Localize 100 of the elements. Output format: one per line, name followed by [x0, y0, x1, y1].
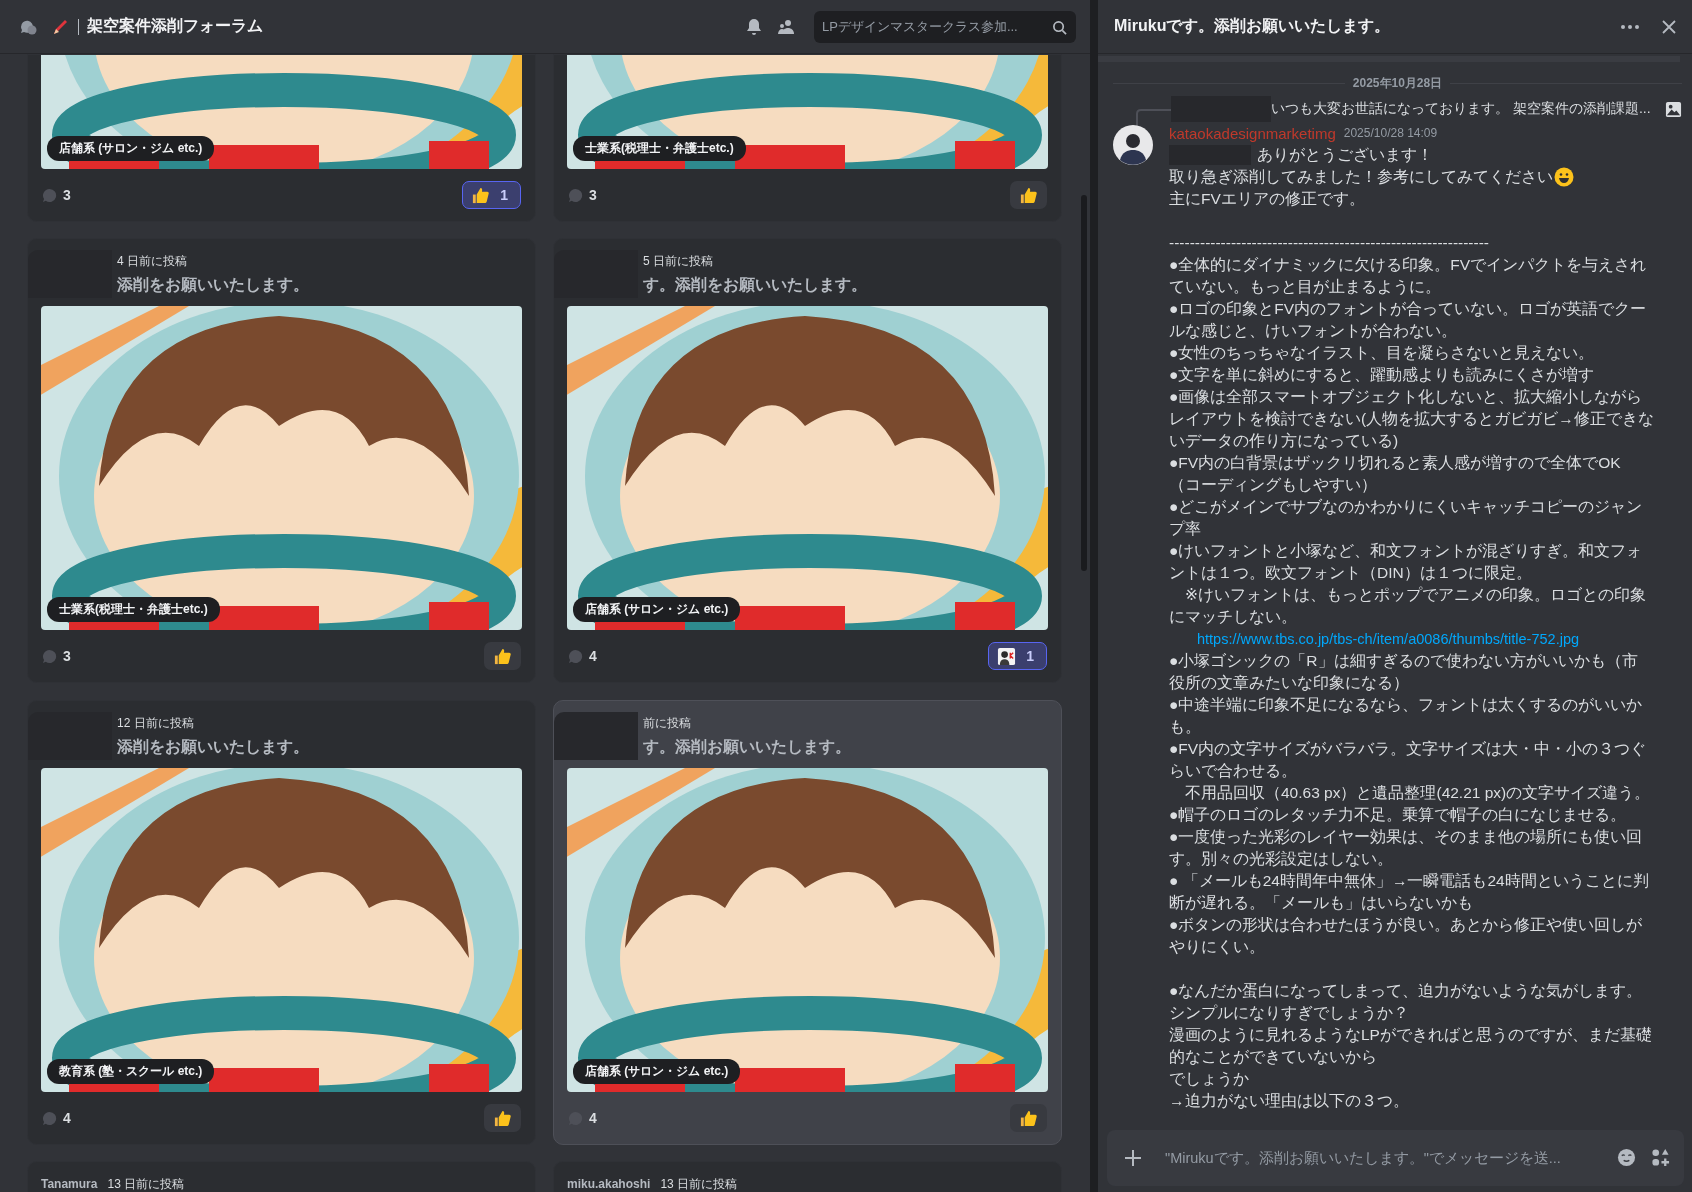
message-line: す。別々の光彩設定はしない。: [1169, 849, 1393, 869]
message-line: ていない。もっと目が止まるように。: [1169, 277, 1441, 297]
message-line: ありがとうございます！: [1257, 145, 1433, 165]
thumbs-up-icon: [471, 185, 491, 205]
more-icon[interactable]: [1620, 23, 1640, 30]
comment-icon: [568, 187, 583, 203]
reaction-button[interactable]: 1: [988, 642, 1047, 670]
comment-count: 3: [63, 648, 71, 664]
message-line: ●全体的にダイナミックに欠ける印象。FVでインパクトを与えされ: [1169, 255, 1647, 275]
reaction-button[interactable]: [1010, 181, 1047, 209]
comment-count: 4: [589, 1110, 597, 1126]
plus-icon[interactable]: [1124, 1149, 1142, 1167]
post-title: 添削をお願いいたします。: [117, 274, 309, 295]
message-line: （コーディングもしやすい）: [1169, 475, 1377, 495]
post-card[interactable]: 4 日前に投稿 添削をお願いいたします。 士業系(税理士・弁護士etc.) 3: [27, 238, 536, 683]
smile-emoji-icon: [1554, 167, 1574, 187]
message-line: いデータの作り方になっている): [1169, 431, 1399, 451]
message-line: シンプルになりすぎでしょうか？: [1169, 1003, 1409, 1023]
message-line: ルな感じと、けいフォントが合わない。: [1169, 321, 1457, 341]
post-card[interactable]: 12 日前に投稿 添削をお願いいたします。 教育系 (塾・スクール etc.) 4: [27, 700, 536, 1145]
post-tag: 店舗系 (サロン・ジム etc.): [573, 597, 741, 622]
date-divider: 2025年10月28日: [1352, 74, 1443, 92]
message-line: ● 「メールも24時間年中無休」→一瞬電話も24時間ということに判: [1169, 871, 1649, 891]
message-line: ●ロゴの印象とFV内のフォントが合っていない。ロゴが英語でクー: [1169, 299, 1647, 319]
comment-count: 4: [63, 1110, 71, 1126]
message-line: 主にFVエリアの修正です。: [1169, 189, 1365, 209]
message-line: ●けいフォントと小塚など、和文フォントが混ざりすぎ。和文フォ: [1169, 541, 1643, 561]
message-line: ●文字を単に斜めにすると、躍動感よりも読みにくさが増す: [1169, 365, 1595, 385]
reaction-button[interactable]: 1: [462, 181, 521, 209]
message-link[interactable]: https://www.tbs.co.jp/tbs-ch/item/a0086/thumbs/title-752.jpg: [1197, 628, 1580, 650]
post-title: す。添削お願いいたします。: [643, 736, 851, 757]
message-line: ●帽子のロゴのレタッチ力不足。乗算で帽子の白になじませる。: [1169, 805, 1627, 825]
message-input[interactable]: "Mirukuです。添削お願いいたします。"でメッセージを送...: [1165, 1146, 1596, 1170]
search-field[interactable]: LPデザインマスタークラス参加...: [814, 10, 1076, 43]
apps-icon[interactable]: [1651, 1148, 1670, 1167]
message-line: らいで合わせる。: [1169, 761, 1297, 781]
bell-icon[interactable]: [744, 16, 764, 37]
post-tag: 士業系(税理士・弁護士etc.): [47, 597, 220, 622]
comment-icon: [42, 1110, 57, 1126]
reply-preview[interactable]: いつも大変お世話になっております。 架空案件の添削課題...: [1271, 100, 1651, 118]
message-line: 役所の文章みたいな印象になる）: [1169, 673, 1409, 693]
message-line: レイアウトを検討できない(人物を拡大するとガビガビ→修正できな: [1169, 409, 1654, 429]
message-line: にマッチしない。: [1169, 607, 1297, 627]
timestamp: 2025/10/28 14:09: [1343, 126, 1438, 140]
message-line: ントは１つ。欧文フォント（DIN）は１つに限定。: [1169, 563, 1532, 583]
reaction-button[interactable]: [484, 642, 521, 670]
close-icon[interactable]: [1662, 19, 1676, 34]
post-author: Tanamura: [41, 1177, 98, 1191]
search-icon: [1052, 19, 1067, 35]
channel-title: 架空案件添削フォーラム: [87, 16, 263, 36]
thumbs-up-icon: [1019, 185, 1038, 205]
message-line: 不用品回収（40.63 px）と遺品整理(42.21 px)の文字サイズ違う。: [1184, 783, 1651, 803]
post-author: miku.akahoshi: [567, 1177, 651, 1191]
post-title: す。添削をお願いいたします。: [643, 274, 867, 295]
message-line: ●なんだか蛋白になってしまって、迫力がないような気がします。: [1169, 981, 1643, 1001]
message-line: ●一度使った光彩のレイヤー効果は、そのまま他の場所にも使い回: [1169, 827, 1643, 847]
message-line: やりにくい。: [1169, 937, 1265, 957]
message-line: ●女性のちっちゃなイラスト、目を凝らさないと見えない。: [1169, 343, 1595, 363]
message-line: ※けいフォントは、もっとポップでアニメの印象。ロゴとの印象: [1184, 585, 1646, 605]
message-line: 取り急ぎ添削してみました！参考にしてみてください: [1169, 167, 1553, 187]
post-tag: 店舗系 (サロン・ジム etc.): [47, 136, 215, 161]
comment-count: 4: [589, 648, 597, 664]
message-line: →迫力がない理由は以下の３つ。: [1169, 1091, 1409, 1111]
message-line: ●どこがメインでサブなのかわかりにくいキャッチコピーのジャン: [1169, 497, 1643, 517]
emoji-icon[interactable]: [1617, 1148, 1636, 1167]
message-line: ●画像は全部スマートオブジェクト化しないと、拡大縮小しながら: [1169, 387, 1643, 407]
post-time: 13 日前に投稿: [660, 1175, 738, 1192]
message-line: 的なことができていないから: [1169, 1047, 1377, 1067]
sticker-icon: [997, 646, 1017, 666]
post-card[interactable]: 5 日前に投稿 す。添削をお願いいたします。 店舗系 (サロン・ジム etc.) 4 1: [553, 238, 1062, 683]
search-input[interactable]: LPデザインマスタークラス参加...: [822, 19, 1046, 34]
message-field[interactable]: "Mirukuです。添削お願いいたします。"でメッセージを送...: [1107, 1130, 1684, 1186]
thumbs-up-icon: [493, 646, 512, 666]
post-card[interactable]: 士業系(税理士・弁護士etc.) 3: [553, 54, 1062, 222]
comment-icon: [42, 648, 57, 664]
avatar[interactable]: [1113, 125, 1153, 165]
post-tag: 教育系 (塾・スクール etc.): [47, 1059, 215, 1084]
post-card[interactable]: Tanamura 13 日前に投稿: [27, 1161, 536, 1192]
thread-title: Mirukuです。添削お願いいたします。: [1114, 16, 1391, 36]
post-time: 5 日前に投稿: [643, 252, 713, 270]
comment-icon: [568, 648, 583, 664]
post-card[interactable]: 店舗系 (サロン・ジム etc.) 3 1: [27, 54, 536, 222]
post-time: 4 日前に投稿: [117, 252, 187, 270]
reaction-button[interactable]: [484, 1104, 521, 1132]
post-card[interactable]: miku.akahoshi 13 日前に投稿: [553, 1161, 1062, 1192]
message-line: 漫画のように見れるようなLPができればと思うのですが、まだ基礎: [1169, 1025, 1652, 1045]
message-line: ●小塚ゴシックの「R」は細すぎるので使わない方がいいかも（市: [1169, 651, 1638, 671]
message-line: ●FV内の白背景はザックリ切れると素人感が増すので全体でOK: [1169, 453, 1621, 473]
reaction-button[interactable]: [1010, 1104, 1047, 1132]
message-line: 断が遅れる。「メールも」はいらないかも: [1169, 893, 1473, 913]
post-card[interactable]: 前に投稿 す。添削お願いいたします。 店舗系 (サロン・ジム etc.) 4: [553, 700, 1062, 1145]
message-line: ●中途半端に印象不足になるなら、フォントは太くするのがいいか: [1169, 695, 1643, 715]
thumbs-up-icon: [1019, 1108, 1038, 1128]
post-time: 前に投稿: [643, 714, 691, 732]
message-line: ●ボタンの形状は合わせたほうが良い。あとから修正や使い回しが: [1169, 915, 1643, 935]
message-line: プ率: [1169, 519, 1201, 539]
message-line: --------------------------------------------------------------: [1169, 233, 1490, 253]
message-line: でしょうか: [1169, 1069, 1249, 1089]
post-title: 添削をお願いいたします。: [117, 736, 309, 757]
message-line: ●FV内の文字サイズがバラバラ。文字サイズは大・中・小の３つぐ: [1169, 739, 1647, 759]
